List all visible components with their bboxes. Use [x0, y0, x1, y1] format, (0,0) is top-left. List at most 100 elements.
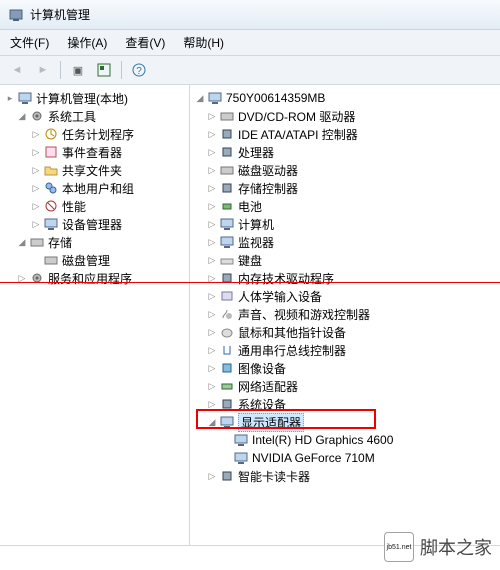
device-category[interactable]: ▷网络适配器: [192, 377, 498, 395]
device-category[interactable]: ▷DVD/CD-ROM 驱动器: [192, 107, 498, 125]
expand-toggle[interactable]: ▷: [16, 273, 28, 284]
menu-view[interactable]: 查看(V): [121, 32, 169, 53]
tree-item[interactable]: ▷任务计划程序: [2, 125, 187, 143]
tree-item[interactable]: ▷本地用户和组: [2, 179, 187, 197]
device-category[interactable]: ▷通用串行总线控制器: [192, 341, 498, 359]
expand-toggle[interactable]: ▷: [206, 399, 218, 410]
forward-button[interactable]: ►: [32, 60, 54, 80]
device-category[interactable]: ▷监视器: [192, 233, 498, 251]
tree-item[interactable]: 磁盘管理: [2, 251, 187, 269]
device-category[interactable]: ▷IDE ATA/ATAPI 控制器: [192, 125, 498, 143]
device-category[interactable]: ▷处理器: [192, 143, 498, 161]
expand-toggle[interactable]: ▷: [206, 255, 218, 266]
tree-icon: [219, 234, 235, 250]
expand-toggle[interactable]: ◢: [206, 417, 218, 428]
tree-systools[interactable]: ◢系统工具: [2, 107, 187, 125]
device-category[interactable]: ▷计算机: [192, 215, 498, 233]
expand-toggle[interactable]: ▷: [30, 183, 42, 194]
expand-toggle[interactable]: ▷: [206, 165, 218, 176]
device-category[interactable]: ▷内存技术驱动程序: [192, 269, 498, 287]
tree-icon: [43, 126, 59, 142]
expand-toggle[interactable]: ▸: [4, 93, 16, 104]
toolbar: ◄ ► ▣ ?: [0, 56, 500, 85]
device-item[interactable]: NVIDIA GeForce 710M: [192, 449, 498, 467]
device-root[interactable]: ◢750Y00614359MB: [192, 89, 498, 107]
menu-help[interactable]: 帮助(H): [179, 32, 228, 53]
expand-toggle[interactable]: ◢: [16, 237, 28, 248]
expand-toggle[interactable]: ▷: [30, 219, 42, 230]
tree-icon: [219, 306, 235, 322]
expand-toggle[interactable]: ▷: [206, 219, 218, 230]
expand-toggle[interactable]: ▷: [206, 183, 218, 194]
menu-file[interactable]: 文件(F): [6, 32, 53, 53]
tree-icon: [219, 144, 235, 160]
tree-root[interactable]: ▸计算机管理(本地): [2, 89, 187, 107]
show-hide-tree-button[interactable]: ▣: [67, 60, 89, 80]
device-category[interactable]: ▷存储控制器: [192, 179, 498, 197]
left-tree-pane: ▸计算机管理(本地)◢系统工具▷任务计划程序▷事件查看器▷共享文件夹▷本地用户和…: [0, 85, 190, 545]
app-icon: [8, 7, 24, 23]
tree-icon: [17, 90, 33, 106]
device-category[interactable]: ▷人体学输入设备: [192, 287, 498, 305]
device-category[interactable]: ▷磁盘驱动器: [192, 161, 498, 179]
tree-icon: [207, 90, 223, 106]
svg-text:?: ?: [136, 66, 142, 77]
tree-icon: [219, 288, 235, 304]
expand-toggle[interactable]: ▷: [206, 201, 218, 212]
tree-icon: [29, 108, 45, 124]
expand-toggle[interactable]: ▷: [206, 327, 218, 338]
tree-icon: [219, 126, 235, 142]
device-category[interactable]: ▷智能卡读卡器: [192, 467, 498, 485]
device-item[interactable]: Intel(R) HD Graphics 4600: [192, 431, 498, 449]
expand-toggle[interactable]: ▷: [206, 345, 218, 356]
tree-icon: [219, 108, 235, 124]
tree-item[interactable]: ▷性能: [2, 197, 187, 215]
menu-bar: 文件(F) 操作(A) 查看(V) 帮助(H): [0, 30, 500, 56]
tree-icon: [219, 396, 235, 412]
tree-item[interactable]: ▷共享文件夹: [2, 161, 187, 179]
expand-toggle[interactable]: ▷: [206, 111, 218, 122]
expand-toggle[interactable]: ▷: [30, 129, 42, 140]
expand-toggle[interactable]: ▷: [206, 309, 218, 320]
expand-toggle[interactable]: ▷: [30, 165, 42, 176]
tree-icon: [29, 270, 45, 286]
expand-toggle[interactable]: ◢: [16, 111, 28, 122]
expand-toggle[interactable]: ▷: [206, 237, 218, 248]
device-category[interactable]: ▷电池: [192, 197, 498, 215]
tree-storage[interactable]: ◢存储: [2, 233, 187, 251]
device-category[interactable]: ▷键盘: [192, 251, 498, 269]
device-category[interactable]: ▷鼠标和其他指针设备: [192, 323, 498, 341]
tree-icon: [219, 162, 235, 178]
tree-item[interactable]: ▷设备管理器: [2, 215, 187, 233]
expand-toggle[interactable]: ▷: [206, 147, 218, 158]
help-button[interactable]: ?: [128, 60, 150, 80]
device-category[interactable]: ▷图像设备: [192, 359, 498, 377]
toolbar-separator: [60, 61, 61, 79]
expand-toggle[interactable]: ▷: [30, 147, 42, 158]
properties-button[interactable]: [93, 60, 115, 80]
expand-toggle[interactable]: ▷: [206, 291, 218, 302]
expand-toggle[interactable]: ▷: [206, 471, 218, 482]
tree-item[interactable]: ▷事件查看器: [2, 143, 187, 161]
expand-toggle[interactable]: ▷: [206, 273, 218, 284]
content-area: ▸计算机管理(本地)◢系统工具▷任务计划程序▷事件查看器▷共享文件夹▷本地用户和…: [0, 85, 500, 545]
tree-icon: [219, 216, 235, 232]
device-category[interactable]: ▷系统设备: [192, 395, 498, 413]
toolbar-separator: [121, 61, 122, 79]
menu-action[interactable]: 操作(A): [63, 32, 111, 53]
tree-services[interactable]: ▷服务和应用程序: [2, 269, 187, 287]
device-category[interactable]: ▷声音、视频和游戏控制器: [192, 305, 498, 323]
device-display-adapters[interactable]: ◢显示适配器: [192, 413, 498, 431]
expand-toggle[interactable]: ▷: [206, 381, 218, 392]
tree-icon: [219, 378, 235, 394]
tree-icon: [43, 180, 59, 196]
tree-icon: [219, 198, 235, 214]
expand-toggle[interactable]: ◢: [194, 93, 206, 104]
tree-icon: [233, 432, 249, 448]
expand-toggle[interactable]: ▷: [206, 129, 218, 140]
expand-toggle[interactable]: ▷: [206, 363, 218, 374]
back-button[interactable]: ◄: [6, 60, 28, 80]
expand-toggle[interactable]: ▷: [30, 201, 42, 212]
watermark: jb51.net 脚本之家: [384, 532, 492, 562]
tree-icon: [219, 324, 235, 340]
